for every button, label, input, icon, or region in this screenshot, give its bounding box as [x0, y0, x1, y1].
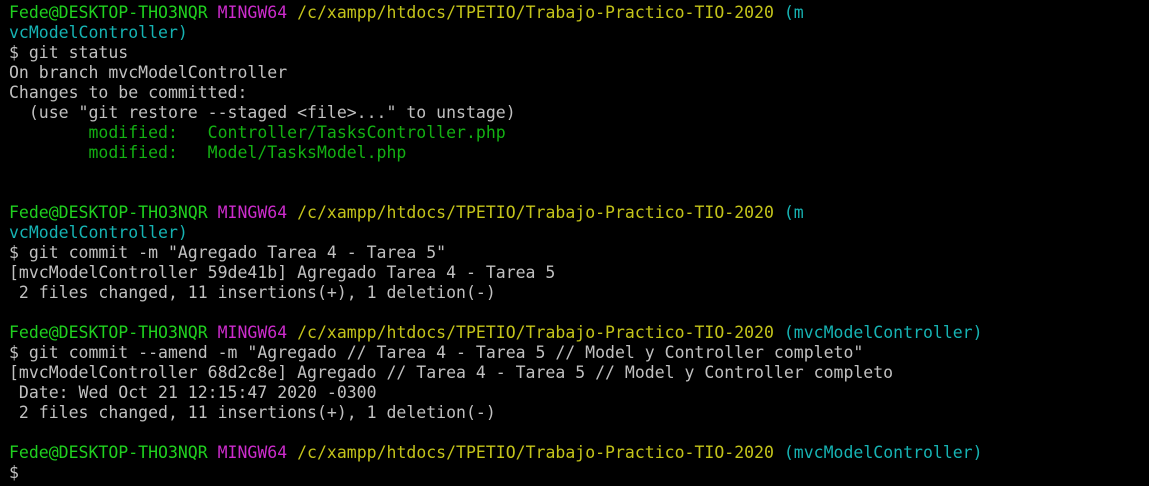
output-line: (use "git restore --staged <file>..." to…: [9, 103, 516, 122]
output-line: On branch mvcModelController: [9, 63, 288, 82]
output-line: 2 files changed, 11 insertions(+), 1 del…: [9, 403, 496, 422]
output-line: [mvcModelController 68d2c8e] Agregado //…: [9, 363, 894, 382]
prompt-line: Fede@DESKTOP-THO3NQR MINGW64 /c/xampp/ht…: [9, 3, 1149, 23]
prompt-branch: (m: [783, 3, 804, 22]
modified-file-line: modified: Model/TasksModel.php: [9, 143, 407, 162]
prompt-line: Fede@DESKTOP-THO3NQR MINGW64 /c/xampp/ht…: [9, 443, 1149, 463]
output-line: [mvcModelController 59de41b] Agregado Ta…: [9, 263, 556, 282]
prompt-path: /c/xampp/htdocs/TPETIO/Trabajo-Practico-…: [297, 203, 774, 222]
prompt-path: /c/xampp/htdocs/TPETIO/Trabajo-Practico-…: [297, 443, 774, 462]
prompt-branch-wrap: vcModelController): [9, 223, 188, 242]
prompt-line-wrap: vcModelController): [9, 23, 1149, 43]
prompt-line-wrap: vcModelController): [9, 223, 1149, 243]
prompt-path: /c/xampp/htdocs/TPETIO/Trabajo-Practico-…: [297, 323, 774, 342]
command-line: $ git status: [9, 43, 129, 62]
output-line: Changes to be committed:: [9, 83, 248, 102]
prompt-line: Fede@DESKTOP-THO3NQR MINGW64 /c/xampp/ht…: [9, 203, 1149, 223]
prompt-user: Fede@DESKTOP-THO3NQR: [9, 203, 208, 222]
output-line: 2 files changed, 11 insertions(+), 1 del…: [9, 283, 496, 302]
terminal-window[interactable]: Fede@DESKTOP-THO3NQR MINGW64 /c/xampp/ht…: [0, 0, 1149, 486]
prompt-system: MINGW64: [217, 3, 288, 22]
prompt-user: Fede@DESKTOP-THO3NQR: [9, 3, 208, 22]
prompt-system: MINGW64: [217, 203, 288, 222]
modified-file-line: modified: Controller/TasksController.php: [9, 123, 506, 142]
prompt-branch: (mvcModelController): [783, 323, 983, 342]
command-input-line[interactable]: $: [9, 463, 1149, 483]
command-line: $ git commit -m "Agregado Tarea 4 - Tare…: [9, 243, 447, 262]
prompt-user: Fede@DESKTOP-THO3NQR: [9, 323, 208, 342]
prompt-line: Fede@DESKTOP-THO3NQR MINGW64 /c/xampp/ht…: [9, 323, 1149, 343]
prompt-branch: (mvcModelController): [783, 443, 983, 462]
prompt-path: /c/xampp/htdocs/TPETIO/Trabajo-Practico-…: [297, 3, 774, 22]
prompt-branch: (m: [783, 203, 804, 222]
command-line: $ git commit --amend -m "Agregado // Tar…: [9, 343, 864, 362]
prompt-system: MINGW64: [217, 323, 288, 342]
prompt-branch-wrap: vcModelController): [9, 23, 188, 42]
prompt-system: MINGW64: [217, 443, 288, 462]
prompt-user: Fede@DESKTOP-THO3NQR: [9, 443, 208, 462]
output-line: Date: Wed Oct 21 12:15:47 2020 -0300: [9, 383, 377, 402]
